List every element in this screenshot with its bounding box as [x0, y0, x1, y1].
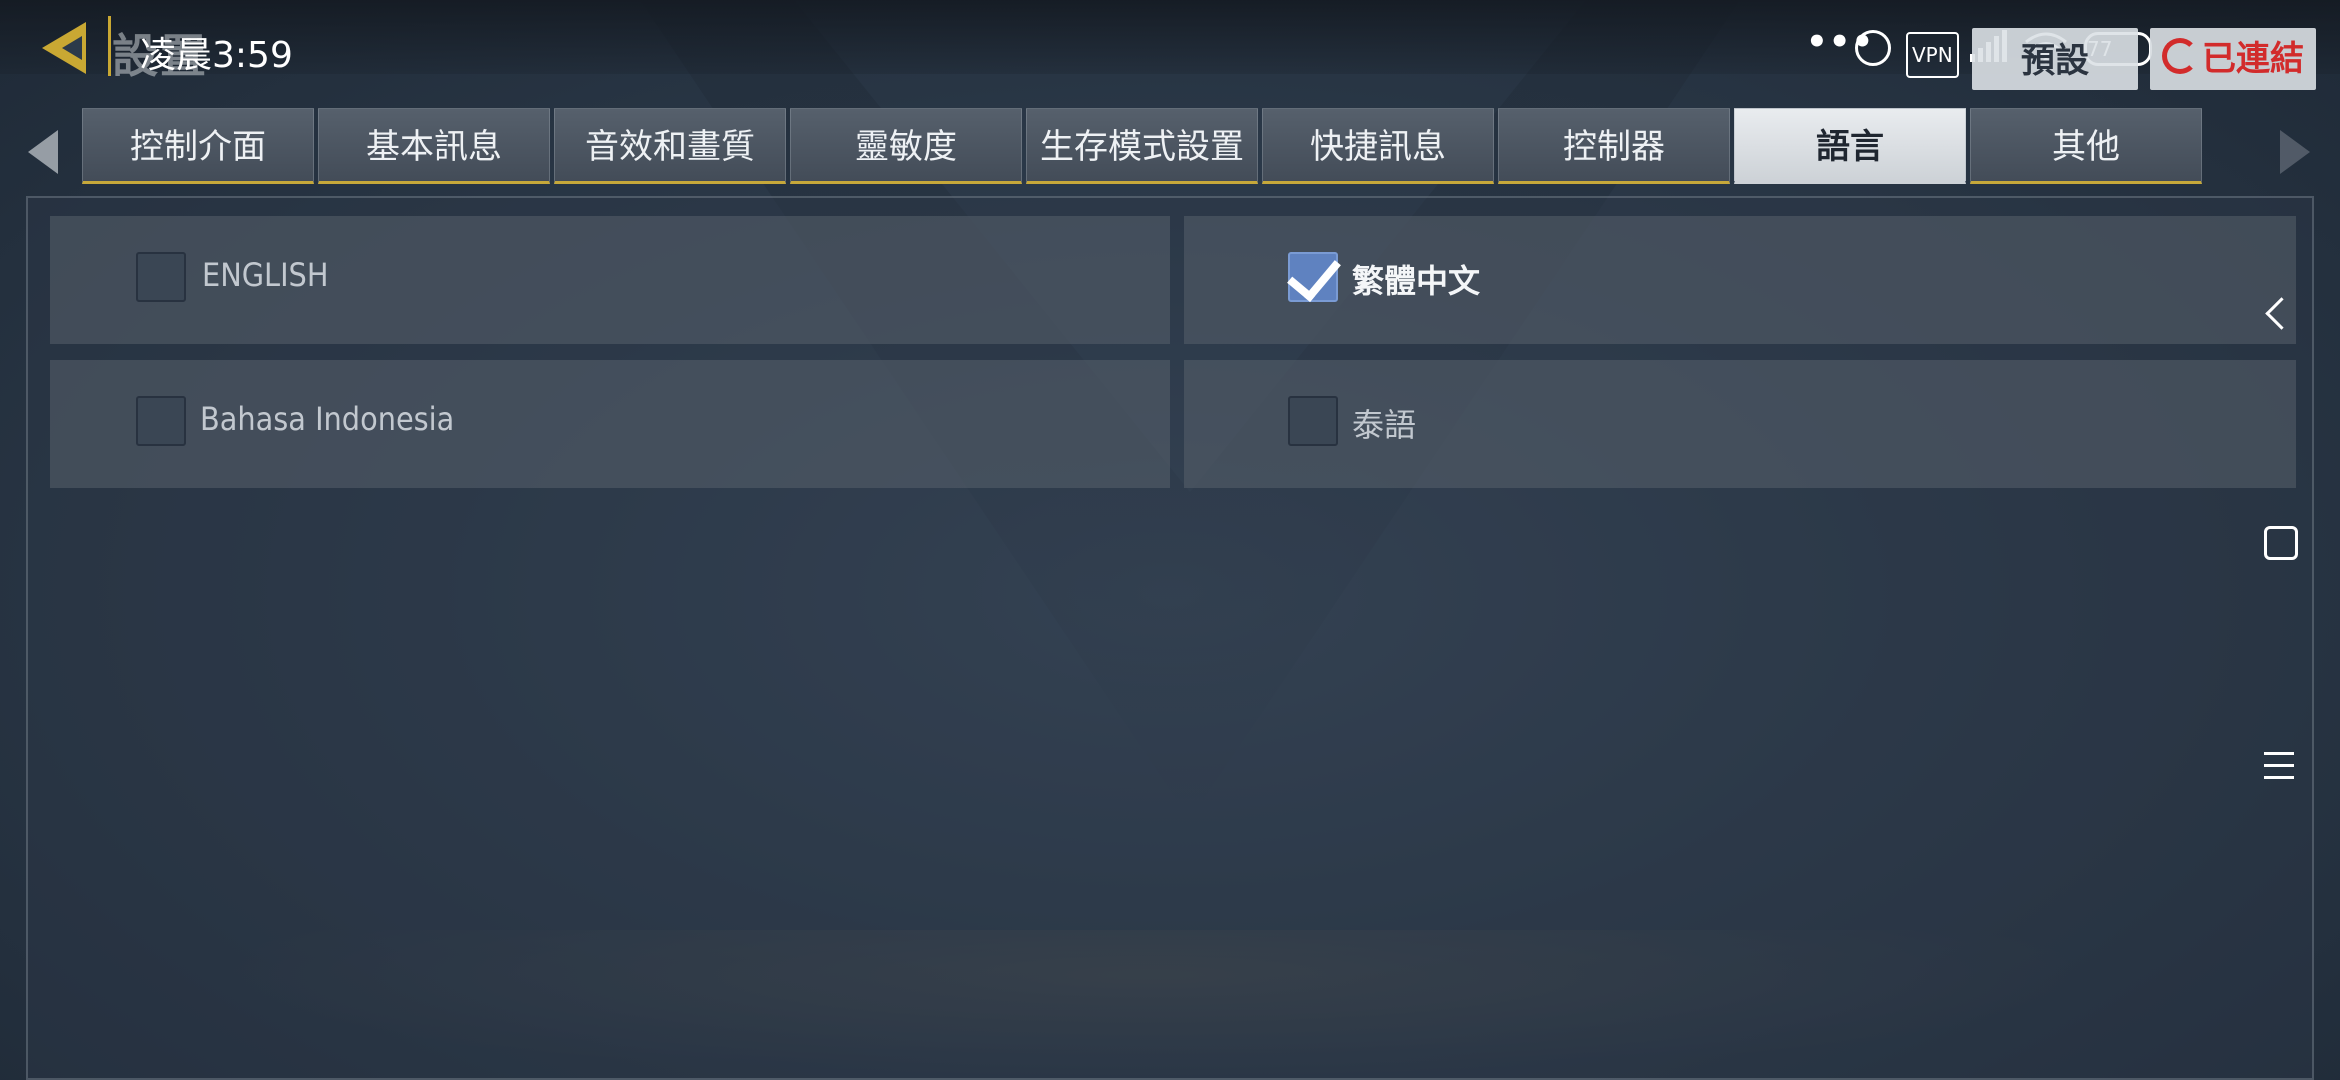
- tab-scroll-right-icon[interactable]: [2280, 130, 2310, 174]
- system-menu-icon[interactable]: [2264, 752, 2294, 780]
- tab-controller[interactable]: 控制器: [1498, 108, 1730, 184]
- language-panel: ENGLISH 繁體中文 Bahasa Indonesia 泰語: [26, 196, 2314, 1080]
- preset-button[interactable]: 預設: [1972, 28, 2138, 90]
- connected-button[interactable]: 已連結: [2150, 28, 2316, 90]
- tab-language[interactable]: 語言: [1734, 108, 1966, 184]
- language-option-thai[interactable]: 泰語: [1184, 360, 2296, 488]
- tab-quick-messages[interactable]: 快捷訊息: [1262, 108, 1494, 184]
- tab-survival-settings[interactable]: 生存模式設置: [1026, 108, 1258, 184]
- system-home-icon[interactable]: [2264, 526, 2298, 560]
- language-option-traditional-chinese[interactable]: 繁體中文: [1184, 216, 2296, 344]
- language-option-indonesian[interactable]: Bahasa Indonesia: [50, 360, 1170, 488]
- language-label: Bahasa Indonesia: [200, 400, 455, 438]
- tab-control-interface[interactable]: 控制介面: [82, 108, 314, 184]
- checkmark-icon: [1287, 245, 1341, 303]
- checkbox[interactable]: [136, 252, 186, 302]
- system-back-icon[interactable]: [2256, 296, 2300, 336]
- status-time: 凌晨3:59: [140, 35, 293, 76]
- checkbox[interactable]: [136, 396, 186, 446]
- tab-audio-graphics[interactable]: 音效和畫質: [554, 108, 786, 184]
- language-label: 泰語: [1352, 406, 1417, 444]
- tab-other[interactable]: 其他: [1970, 108, 2202, 184]
- language-label: ENGLISH: [202, 256, 329, 294]
- connected-label: 已連結: [2202, 39, 2304, 79]
- language-option-english[interactable]: ENGLISH: [50, 216, 1170, 344]
- tab-basic-info[interactable]: 基本訊息: [318, 108, 550, 184]
- alarm-icon: [1855, 30, 1891, 66]
- language-label: 繁體中文: [1352, 262, 1481, 300]
- vpn-icon: VPN: [1906, 32, 1959, 78]
- checkbox-checked[interactable]: [1287, 245, 1341, 303]
- settings-tab-bar: 控制介面 基本訊息 音效和畫質 靈敏度 生存模式設置 快捷訊息 控制器 語言 其…: [82, 108, 2206, 184]
- tab-scroll-left-icon[interactable]: [28, 130, 58, 174]
- checkbox[interactable]: [1288, 396, 1338, 446]
- tab-sensitivity[interactable]: 靈敏度: [790, 108, 1022, 184]
- connection-icon: [2162, 38, 2198, 74]
